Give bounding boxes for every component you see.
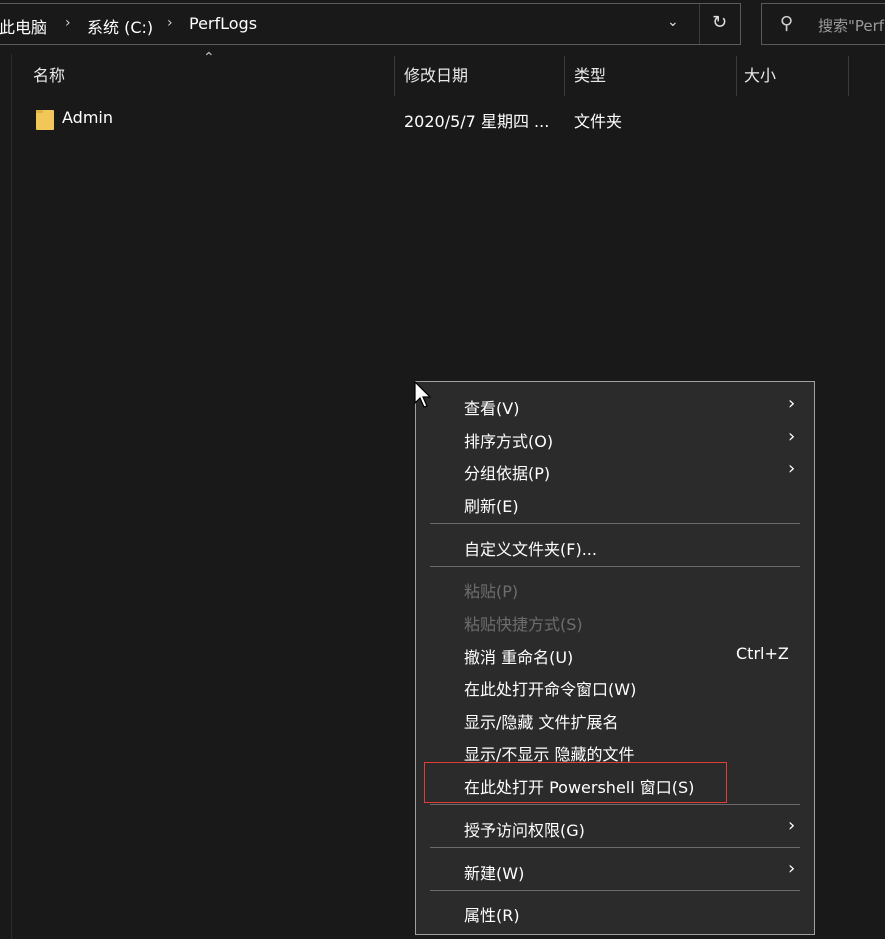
refresh-button[interactable]: ↻ — [699, 4, 741, 44]
breadcrumb-this-pc[interactable]: 此电脑 — [0, 14, 47, 38]
column-divider[interactable] — [394, 56, 395, 96]
menu-separator — [430, 523, 800, 524]
column-header-size[interactable]: 大小 — [744, 62, 776, 86]
search-icon: ⚲ — [780, 13, 794, 34]
menu-separator — [430, 890, 800, 891]
context-menu: 查看(V) › 排序方式(O) › 分组依据(P) › 刷新(E) 自定义文件夹… — [415, 381, 815, 935]
menu-item-give-access[interactable]: 授予访问权限(G) — [464, 817, 585, 841]
chevron-right-icon: › — [788, 858, 796, 879]
folder-icon — [36, 110, 54, 130]
refresh-icon: ↻ — [712, 12, 728, 33]
menu-item-customize-folder[interactable]: 自定义文件夹(F)... — [464, 536, 597, 560]
chevron-right-icon: › — [788, 393, 796, 414]
sort-ascending-icon: ⌃ — [203, 50, 215, 66]
menu-item-paste: 粘贴(P) — [464, 582, 519, 601]
file-type: 文件夹 — [574, 112, 623, 131]
menu-item-toggle-extensions[interactable]: 显示/隐藏 文件扩展名 — [464, 709, 618, 733]
search-input[interactable]: 搜索"Perf — [818, 15, 884, 36]
menu-item-undo-rename[interactable]: 撤消 重命名(U) — [464, 644, 573, 668]
column-header-type[interactable]: 类型 — [574, 62, 606, 86]
chevron-right-icon: › — [788, 458, 796, 479]
chevron-down-icon[interactable]: ⌄ — [667, 14, 679, 30]
menu-item-view[interactable]: 查看(V) — [464, 395, 519, 419]
highlight-annotation — [424, 762, 727, 803]
menu-item-refresh[interactable]: 刷新(E) — [464, 493, 519, 517]
column-header-modified[interactable]: 修改日期 — [404, 62, 468, 86]
menu-item-paste-shortcut: 粘贴快捷方式(S) — [464, 615, 583, 634]
breadcrumb-perflogs[interactable]: PerfLogs — [189, 14, 257, 33]
menu-item-group-by[interactable]: 分组依据(P) — [464, 460, 550, 484]
column-divider[interactable] — [564, 56, 565, 96]
column-divider[interactable] — [736, 56, 737, 96]
breadcrumb-system-c[interactable]: 系统 (C:) — [87, 14, 153, 38]
column-header-name[interactable]: 名称 — [33, 62, 65, 86]
menu-separator — [430, 847, 800, 848]
menu-item-new[interactable]: 新建(W) — [464, 860, 524, 884]
chevron-right-icon: › — [788, 815, 796, 836]
breadcrumb-separator-icon[interactable]: › — [167, 15, 173, 31]
column-divider[interactable] — [848, 56, 849, 96]
top-bar: 此电脑 › 系统 (C:) › PerfLogs ⌄ ↻ ⚲ 搜索"Perf — [0, 0, 885, 52]
menu-separator — [430, 566, 800, 567]
address-bar[interactable]: 此电脑 › 系统 (C:) › PerfLogs ⌄ ↻ — [0, 3, 741, 45]
file-row[interactable]: Admin 2020/5/7 星期四 ... 文件夹 — [20, 102, 870, 136]
chevron-right-icon: › — [788, 426, 796, 447]
menu-item-sort-by[interactable]: 排序方式(O) — [464, 428, 553, 452]
menu-item-properties[interactable]: 属性(R) — [464, 902, 520, 926]
mouse-cursor-icon — [414, 381, 432, 408]
menu-separator — [430, 804, 800, 805]
undo-shortcut-label: Ctrl+Z — [736, 644, 789, 663]
file-name: Admin — [62, 108, 113, 127]
file-modified: 2020/5/7 星期四 ... — [404, 112, 550, 131]
menu-item-open-cmd[interactable]: 在此处打开命令窗口(W) — [464, 676, 636, 700]
pane-divider — [11, 54, 12, 939]
search-box[interactable]: ⚲ 搜索"Perf — [761, 3, 885, 45]
breadcrumb-separator-icon[interactable]: › — [65, 15, 71, 31]
